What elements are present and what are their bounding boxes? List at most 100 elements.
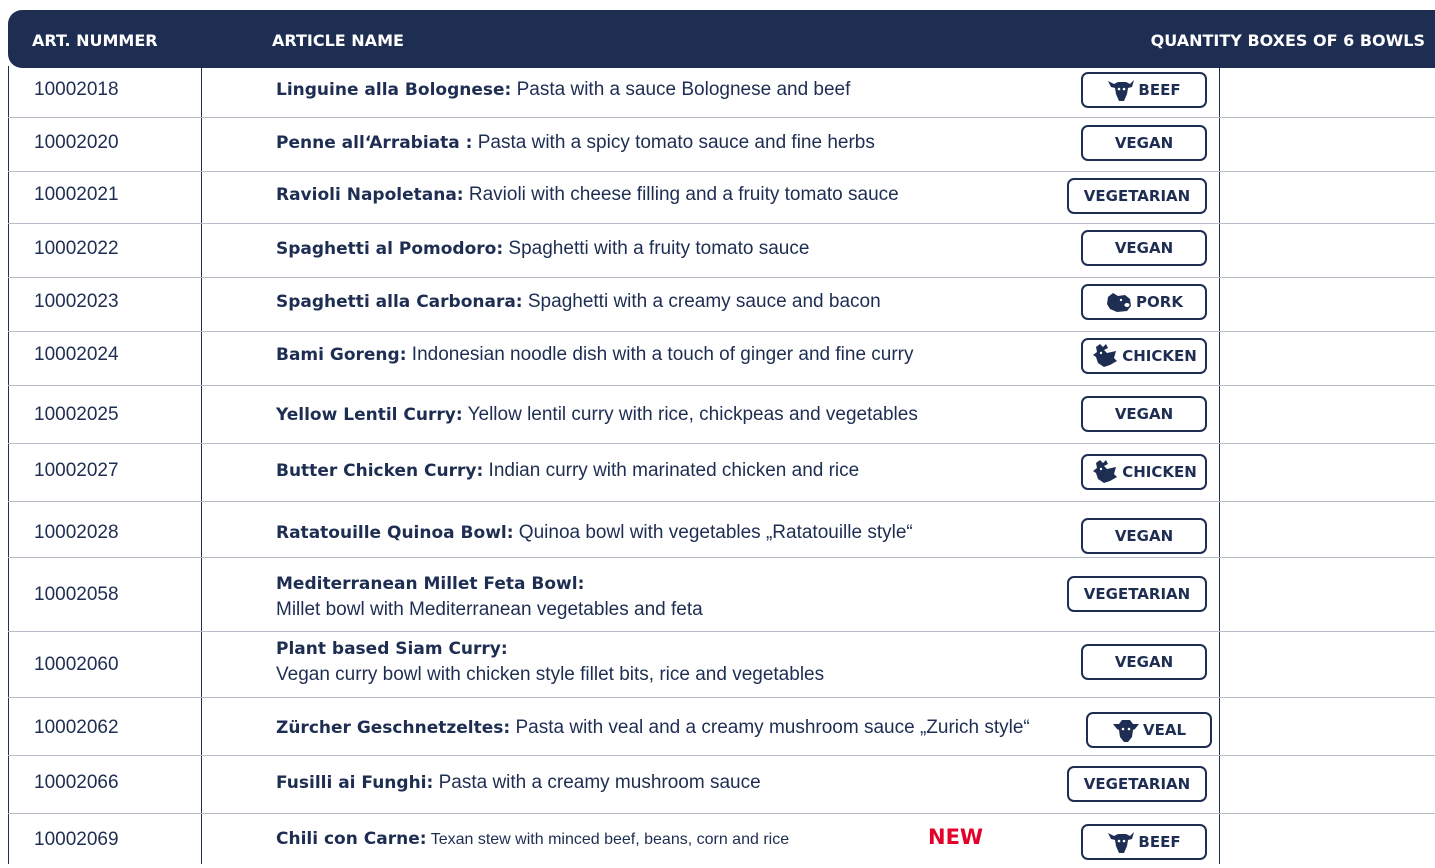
diet-badge: CHICKEN	[1081, 454, 1207, 490]
diet-badge-label: VEGAN	[1114, 405, 1174, 423]
article-text: Spaghetti with a creamy sauce and bacon	[522, 291, 881, 312]
calf-icon	[1112, 717, 1140, 743]
cow-icon	[1107, 829, 1135, 855]
diet-badge: VEGAN	[1081, 230, 1207, 266]
table-row: 10002058 Mediterranean Millet Feta Bowl: M…	[8, 558, 1435, 632]
diet-badge: VEAL	[1086, 712, 1212, 748]
new-label: NEW	[928, 825, 984, 849]
quantity-cell[interactable]	[1220, 332, 1435, 385]
article-text: Ravioli with cheese filling and a fruity…	[463, 184, 899, 205]
quantity-cell[interactable]	[1220, 278, 1435, 331]
diet-badge-label: VEGAN	[1114, 134, 1174, 152]
article-text: Vegan curry bowl with chicken style fill…	[276, 664, 825, 685]
article-text: Millet bowl with Mediterranean vegetable…	[276, 599, 703, 620]
quantity-cell[interactable]	[1220, 502, 1435, 557]
quantity-cell[interactable]	[1220, 632, 1435, 697]
article-description: Linguine alla Bolognese: Pasta with a sa…	[276, 79, 850, 101]
article-number: 10002025	[34, 404, 119, 425]
article-name: Zürcher Geschnetzeltes:	[276, 718, 511, 738]
article-description: Bami Goreng: Indonesian noodle dish with…	[276, 344, 914, 366]
article-text: Pasta with a spicy tomato sauce and fine…	[472, 132, 875, 153]
article-number: 10002021	[34, 184, 119, 205]
article-name: Ravioli Napoletana:	[276, 185, 464, 205]
pig-icon	[1105, 289, 1133, 315]
article-name: Mediterranean Millet Feta Bowl:	[276, 574, 585, 594]
article-name: Bami Goreng:	[276, 345, 407, 365]
diet-badge: VEGETARIAN	[1067, 766, 1207, 802]
quantity-cell[interactable]	[1220, 224, 1435, 277]
diet-badge: VEGAN	[1081, 518, 1207, 554]
diet-badge-label: BEEF	[1138, 833, 1181, 851]
article-number: 10002018	[34, 79, 119, 100]
article-number: 10002024	[34, 344, 119, 365]
article-description: Butter Chicken Curry: Indian curry with …	[276, 460, 859, 482]
diet-badge-label: VEGETARIAN	[1083, 187, 1191, 205]
article-number: 10002069	[34, 829, 119, 850]
article-number: 10002058	[34, 584, 119, 605]
article-description: Plant based Siam Curry: Vegan curry bowl …	[276, 636, 824, 688]
quantity-cell[interactable]	[1220, 66, 1435, 117]
table-row: 10002022 Spaghetti al Pomodoro: Spaghetti…	[8, 224, 1435, 278]
article-text: Spaghetti with a fruity tomato sauce	[503, 238, 810, 259]
table-row: 10002028 Ratatouille Quinoa Bowl: Quinoa …	[8, 502, 1435, 558]
header-quantity: QUANTITY BOXES OF 6 BOWLS	[1150, 31, 1425, 50]
article-name: Penne all‘Arrabiata :	[276, 133, 473, 153]
diet-badge: PORK	[1081, 284, 1207, 320]
article-number: 10002060	[34, 654, 119, 675]
diet-badge: VEGAN	[1081, 396, 1207, 432]
article-name: Yellow Lentil Curry:	[276, 405, 463, 425]
diet-badge: CHICKEN	[1081, 338, 1207, 374]
diet-badge: VEGETARIAN	[1067, 178, 1207, 214]
header-article-name: ARTICLE NAME	[272, 31, 404, 50]
diet-badge: VEGAN	[1081, 125, 1207, 161]
table-row: 10002060 Plant based Siam Curry: Vegan cur…	[8, 632, 1435, 698]
quantity-cell[interactable]	[1220, 172, 1435, 223]
table-row: 10002023 Spaghetti alla Carbonara: Spaghe…	[8, 278, 1435, 332]
article-number: 10002027	[34, 460, 119, 481]
quantity-cell[interactable]	[1220, 558, 1435, 631]
article-description: Fusilli ai Funghi: Pasta with a creamy m…	[276, 772, 761, 794]
chicken-icon	[1091, 343, 1119, 369]
article-description: Spaghetti alla Carbonara: Spaghetti with…	[276, 291, 881, 313]
article-name: Spaghetti alla Carbonara:	[276, 292, 523, 312]
table-row: 10002021 Ravioli Napoletana: Ravioli with…	[8, 172, 1435, 224]
quantity-cell[interactable]	[1220, 698, 1435, 755]
diet-badge-label: VEGAN	[1114, 239, 1174, 257]
header-art-number: ART. NUMMER	[32, 31, 158, 50]
article-number: 10002023	[34, 291, 119, 312]
diet-badge-label: VEGAN	[1114, 653, 1174, 671]
article-text: Indonesian noodle dish with a touch of g…	[406, 344, 914, 365]
article-number: 10002020	[34, 132, 119, 153]
diet-badge-label: CHICKEN	[1122, 347, 1197, 365]
table-row: 10002025 Yellow Lentil Curry: Yellow lent…	[8, 386, 1435, 444]
article-text: Pasta with veal and a creamy mushroom sa…	[510, 717, 1030, 738]
article-description: Penne all‘Arrabiata : Pasta with a spicy…	[276, 132, 875, 154]
quantity-cell[interactable]	[1220, 444, 1435, 501]
article-description: Yellow Lentil Curry: Yellow lentil curry…	[276, 404, 918, 426]
diet-badge-label: BEEF	[1138, 81, 1181, 99]
table-row: 10002062 Zürcher Geschnetzeltes: Pasta wi…	[8, 698, 1435, 756]
article-text: Texan stew with minced beef, beans, corn…	[426, 831, 790, 848]
article-number: 10002066	[34, 772, 119, 793]
table-row: 10002069 Chili con Carne: Texan stew with…	[8, 814, 1435, 868]
diet-badge-label: VEGETARIAN	[1083, 585, 1191, 603]
article-description: Zürcher Geschnetzeltes: Pasta with veal …	[276, 717, 1030, 739]
diet-badge-label: VEGETARIAN	[1083, 775, 1191, 793]
quantity-cell[interactable]	[1220, 118, 1435, 171]
article-name: Plant based Siam Curry:	[276, 639, 508, 659]
article-text: Indian curry with marinated chicken and …	[483, 460, 860, 481]
article-name: Fusilli ai Funghi:	[276, 773, 434, 793]
article-name: Linguine alla Bolognese:	[276, 80, 512, 100]
article-name: Spaghetti al Pomodoro:	[276, 239, 504, 259]
chicken-icon	[1091, 459, 1119, 485]
table-row: 10002020 Penne all‘Arrabiata : Pasta with…	[8, 118, 1435, 172]
article-text: Yellow lentil curry with rice, chickpeas…	[462, 404, 918, 425]
diet-badge-label: VEGAN	[1114, 527, 1174, 545]
diet-badge-label: PORK	[1136, 293, 1183, 311]
cow-icon	[1107, 77, 1135, 103]
quantity-cell[interactable]	[1220, 814, 1435, 868]
diet-badge-label: CHICKEN	[1122, 463, 1197, 481]
quantity-cell[interactable]	[1220, 756, 1435, 813]
quantity-cell[interactable]	[1220, 386, 1435, 443]
diet-badge: VEGAN	[1081, 644, 1207, 680]
